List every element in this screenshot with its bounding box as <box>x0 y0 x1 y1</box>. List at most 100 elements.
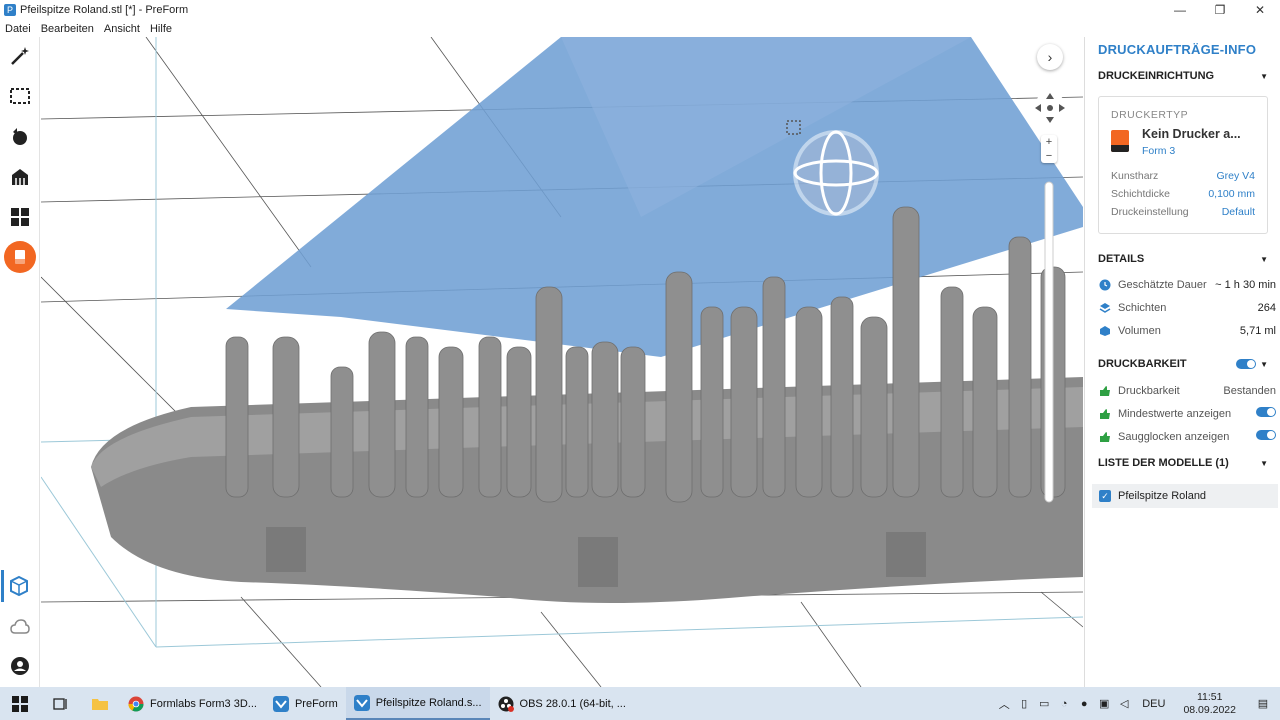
taskbar-app-obs[interactable]: OBS 28.0.1 (64-bit, ... <box>490 687 634 720</box>
taskbar-app-preform-file[interactable]: Pfeilspitze Roland.s... <box>345 687 490 720</box>
setup-row-resin[interactable]: Kunstharz Grey V4 <box>1111 170 1255 182</box>
menu-bar: Datei Bearbeiten Ansicht Hilfe <box>0 20 1280 37</box>
section-model-list[interactable]: LISTE DER MODELLE (1) ▼ <box>1098 457 1268 469</box>
printability-toggle[interactable] <box>1236 359 1257 369</box>
thumbs-up-icon <box>1098 430 1111 443</box>
taskbar-app-label: PreForm <box>294 697 338 710</box>
window-title: Pfeilspitze Roland.stl [*] - PreForm <box>20 4 189 16</box>
section-heading: LISTE DER MODELLE (1) <box>1098 457 1229 469</box>
taskbar-app-label: Formlabs Form3 3D... <box>150 697 257 710</box>
next-view-button[interactable]: › <box>1037 44 1063 70</box>
account-icon[interactable] <box>4 650 36 682</box>
clock-icon <box>1098 278 1111 291</box>
cloud-icon[interactable] <box>4 611 36 643</box>
device-icon[interactable]: ▯ <box>1014 687 1034 720</box>
detail-value: 5,71 ml <box>1239 324 1276 337</box>
section-heading: DETAILS <box>1098 253 1145 265</box>
taskbar-app-label: Pfeilspitze Roland.s... <box>375 696 482 709</box>
taskbar-app-preform[interactable]: PreForm <box>265 687 346 720</box>
printer-type-label: DRUCKERTYP <box>1111 109 1189 121</box>
model-name: Pfeilspitze Roland <box>1118 490 1207 502</box>
caret-down-icon[interactable]: ▼ <box>1260 360 1268 369</box>
menu-bearbeiten[interactable]: Bearbeiten <box>36 23 99 35</box>
setup-row-setting[interactable]: Druckeinstellung Default <box>1111 206 1255 218</box>
pan-control-icon[interactable] <box>1031 89 1069 127</box>
battery-icon[interactable]: ▭ <box>1034 687 1054 720</box>
show-suction-row: Saugglocken anzeigen <box>1098 430 1276 443</box>
model-view-icon[interactable] <box>1 570 33 602</box>
microphone-icon[interactable]: ● <box>1074 687 1094 720</box>
taskbar-app-label: OBS 28.0.1 (64-bit, ... <box>519 697 626 710</box>
notification-icon[interactable]: ▤ <box>1246 687 1280 720</box>
printability-value: Bestanden <box>1223 384 1276 397</box>
menu-ansicht[interactable]: Ansicht <box>99 23 145 35</box>
preform-app-icon: P <box>4 4 16 16</box>
volume-icon <box>1098 324 1111 337</box>
printer-card[interactable]: DRUCKERTYP Kein Drucker a... Form 3 Kuns… <box>1098 96 1268 234</box>
clock-date: 08.09.2022 <box>1183 703 1236 716</box>
preform-icon <box>353 694 370 711</box>
task-view-icon[interactable] <box>40 687 80 720</box>
clock-time: 11:51 <box>1196 690 1223 703</box>
menu-hilfe[interactable]: Hilfe <box>145 23 177 35</box>
layout-icon[interactable] <box>4 201 36 233</box>
printer-icon <box>1111 130 1129 152</box>
detail-value: ~ 1 h 30 min <box>1215 278 1276 291</box>
setup-row-layer[interactable]: Schichtdicke 0,100 mm <box>1111 188 1255 200</box>
thumbs-up-icon <box>1098 407 1111 420</box>
orientation-icon[interactable] <box>4 121 36 153</box>
file-explorer-icon[interactable] <box>80 687 120 720</box>
printability-status: Druckbarkeit Bestanden <box>1098 384 1276 397</box>
3d-viewport[interactable]: › + − <box>41 37 1083 687</box>
show-minimums-toggle[interactable] <box>1256 407 1276 420</box>
show-minimums-row: Mindestwerte anzeigen <box>1098 407 1276 420</box>
job-info-panel: DRUCKAUFTRÄGE-INFO DRUCKEINRICHTUNG ▼ DR… <box>1084 37 1280 687</box>
taskbar-app-chrome[interactable]: Formlabs Form3 3D... <box>120 687 265 720</box>
caret-down-icon[interactable]: ▼ <box>1260 72 1268 81</box>
section-print-setup[interactable]: DRUCKEINRICHTUNG ▼ <box>1098 70 1268 82</box>
printer-model: Form 3 <box>1142 145 1176 157</box>
detail-duration: Geschätzte Dauer ~ 1 h 30 min <box>1098 278 1276 291</box>
chrome-icon <box>128 696 144 711</box>
detail-label: Geschätzte Dauer <box>1118 278 1207 291</box>
section-details[interactable]: DETAILS ▼ <box>1098 253 1268 265</box>
title-bar: P Pfeilspitze Roland.stl [*] - PreForm —… <box>0 0 1280 20</box>
model-scene <box>41 37 1083 687</box>
supports-icon[interactable] <box>4 161 36 193</box>
show-suction-toggle[interactable] <box>1256 430 1276 443</box>
select-region-icon[interactable] <box>4 80 36 112</box>
preform-icon <box>272 695 289 712</box>
left-toolbar <box>0 37 40 687</box>
detail-label: Volumen <box>1118 324 1161 337</box>
clock[interactable]: 11:51 08.09.2022 <box>1183 691 1236 717</box>
windows-start-icon[interactable] <box>0 687 40 720</box>
section-heading: DRUCKBARKEIT <box>1098 358 1187 370</box>
setup-value: Default <box>1221 206 1255 218</box>
network-icon[interactable]: ◔ <box>1054 687 1074 720</box>
section-heading: DRUCKEINRICHTUNG <box>1098 70 1215 82</box>
print-icon[interactable] <box>4 241 36 273</box>
zoom-in-button[interactable]: + <box>1046 136 1052 148</box>
rotation-gizmo-icon[interactable] <box>793 130 879 216</box>
caret-down-icon[interactable]: ▼ <box>1260 459 1268 468</box>
model-checkbox[interactable]: ✓ <box>1099 490 1111 502</box>
magic-wand-icon[interactable] <box>4 40 36 72</box>
model-list-item[interactable]: ✓ Pfeilspitze Roland <box>1092 484 1278 508</box>
system-tray: ︿ ▯ ▭ ◔ ● ▣ ◁ DEU 11:51 08.09.2022 ▤ <box>994 687 1280 720</box>
maximize-button[interactable]: ❐ <box>1200 0 1240 20</box>
layers-icon <box>1098 301 1111 314</box>
zoom-out-button[interactable]: − <box>1046 150 1052 162</box>
detail-label: Schichten <box>1118 301 1167 314</box>
minimize-button[interactable]: — <box>1160 0 1200 20</box>
webcam-icon[interactable]: ▣ <box>1094 687 1114 720</box>
menu-datei[interactable]: Datei <box>0 23 36 35</box>
section-printability[interactable]: DRUCKBARKEIT ▼ <box>1098 358 1268 370</box>
language-indicator[interactable]: DEU <box>1142 698 1165 710</box>
caret-down-icon[interactable]: ▼ <box>1260 255 1268 264</box>
close-button[interactable]: ✕ <box>1240 0 1280 20</box>
zoom-control[interactable]: + − <box>1041 135 1057 163</box>
printability-label: Saugglocken anzeigen <box>1118 430 1230 443</box>
chevron-up-icon[interactable]: ︿ <box>994 687 1014 720</box>
volume-icon[interactable]: ◁ <box>1114 687 1134 720</box>
obs-icon <box>498 696 514 712</box>
